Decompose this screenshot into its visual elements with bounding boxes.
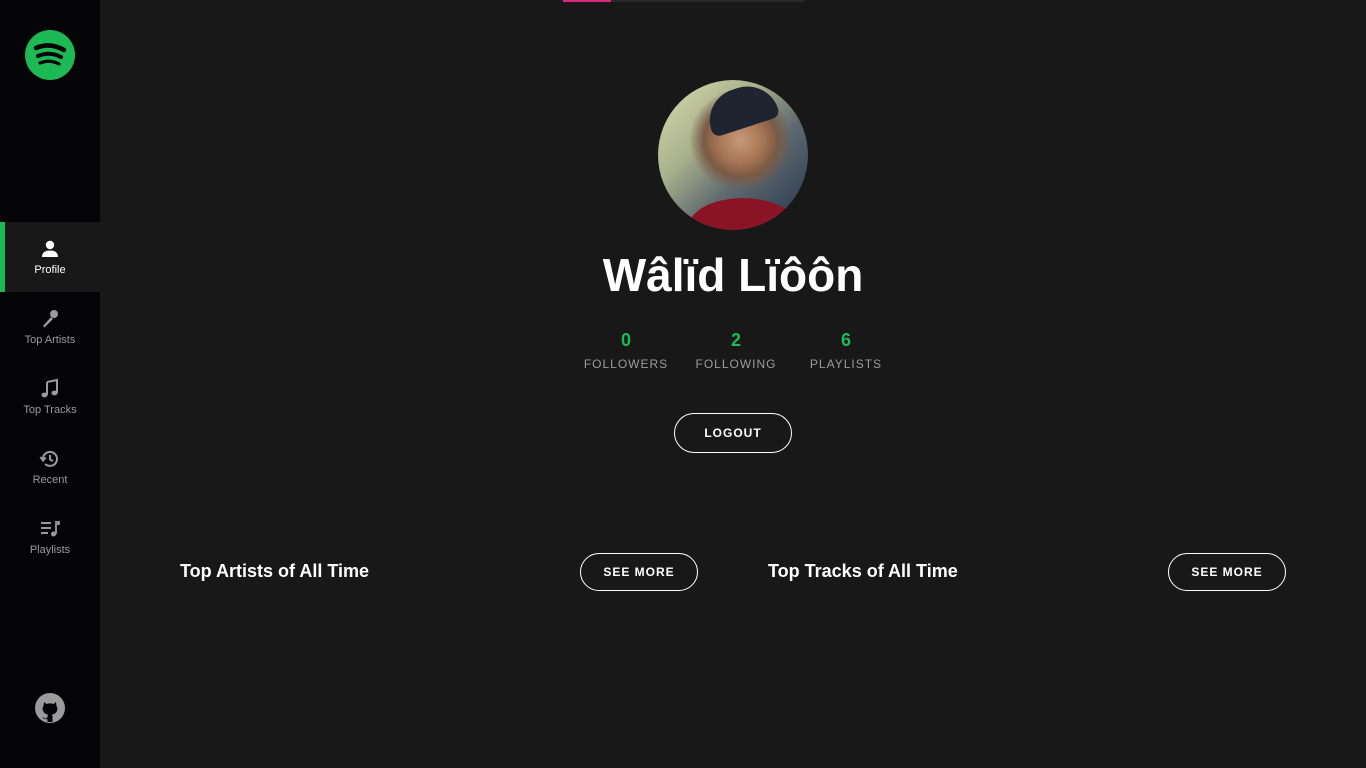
music-note-icon [39, 378, 61, 400]
spotify-logo-icon[interactable] [25, 30, 75, 80]
stat-value: 2 [730, 330, 741, 350]
sidebar: Profile Top Artists Top Tracks Recent Pl… [0, 0, 100, 768]
sidebar-item-label: Recent [32, 474, 68, 486]
top-tracks-title: Top Tracks of All Time [768, 561, 958, 581]
sidebar-item-profile[interactable]: Profile [0, 222, 100, 292]
sidebar-item-playlists[interactable]: Playlists [0, 502, 100, 572]
sidebar-item-label: Top Artists [24, 334, 76, 346]
playlist-icon [39, 518, 61, 540]
see-more-artists-button[interactable]: SEE MORE [580, 553, 698, 591]
user-icon [39, 238, 61, 260]
top-artists-title: Top Artists of All Time [180, 561, 370, 581]
sidebar-item-recent[interactable]: Recent [0, 432, 100, 502]
stat-following: 2 FOLLOWING [681, 330, 791, 371]
logout-button[interactable]: LOGOUT [674, 413, 792, 453]
stat-value: 6 [840, 330, 851, 350]
stat-label: PLAYLISTS [809, 357, 883, 371]
stat-label: FOLLOWERS [583, 357, 669, 371]
avatar-cap [701, 80, 781, 138]
github-icon[interactable] [34, 692, 66, 724]
avatar [658, 80, 808, 230]
sidebar-item-label: Profile [34, 264, 66, 276]
sidebar-item-top-artists[interactable]: Top Artists [0, 292, 100, 362]
profile-name[interactable]: Wâlïd Lïôôn [100, 248, 1366, 302]
history-icon [39, 448, 61, 470]
sidebar-item-label: Playlists [29, 544, 71, 556]
avatar-shirt [688, 198, 798, 230]
stat-followers: 0 FOLLOWERS [571, 330, 681, 371]
profile-stats: 0 FOLLOWERS 2 FOLLOWING 6 PLAYLISTS [571, 330, 901, 371]
profile-page: Wâlïd Lïôôn 0 FOLLOWERS 2 FOLLOWING 6 PL… [100, 0, 1366, 768]
sidebar-item-label: Top Tracks [23, 404, 77, 416]
microphone-icon [39, 308, 61, 330]
sidebar-item-top-tracks[interactable]: Top Tracks [0, 362, 100, 432]
sidebar-nav: Profile Top Artists Top Tracks Recent Pl… [0, 222, 100, 572]
stat-label: FOLLOWING [695, 357, 777, 371]
see-more-tracks-button[interactable]: SEE MORE [1168, 553, 1286, 591]
stat-value: 0 [620, 330, 631, 350]
stat-playlists[interactable]: 6 PLAYLISTS [791, 330, 901, 371]
